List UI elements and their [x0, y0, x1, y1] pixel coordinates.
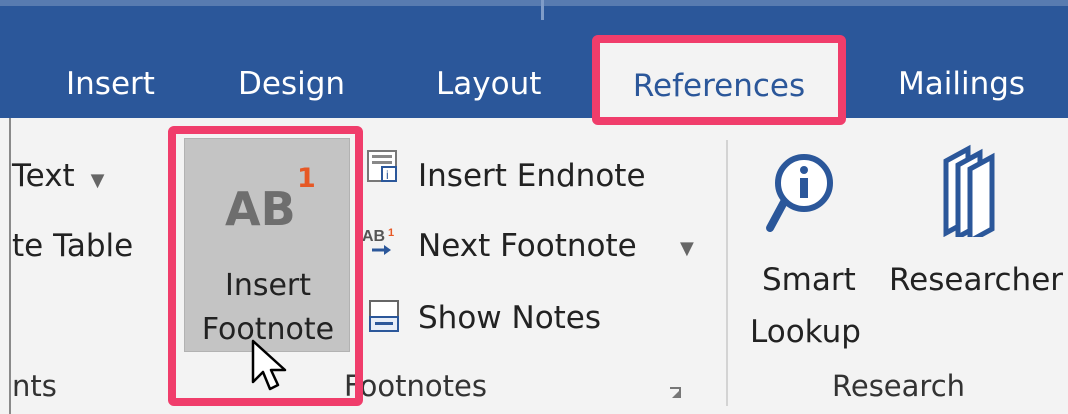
smart-lookup-button[interactable]: Smart: [762, 262, 856, 298]
title-bar-edge: [0, 0, 1068, 6]
insert-endnote-icon: i: [367, 150, 397, 182]
tab-layout[interactable]: Layout: [436, 58, 541, 110]
smart-lookup-label-line1: Smart: [762, 262, 856, 298]
svg-text:AB: AB: [362, 228, 385, 245]
research-group-label: Research: [832, 369, 966, 403]
next-footnote-icon: AB 1: [362, 227, 394, 255]
show-notes-icon: [369, 300, 399, 332]
partial-text-label: Text: [12, 158, 75, 194]
mouse-pointer-icon: [251, 339, 287, 391]
footnotes-group-label: Footnotes: [344, 369, 487, 403]
svg-text:i: i: [386, 168, 389, 182]
smart-lookup-icon: [766, 154, 833, 232]
word-ribbon-screenshot: Insert Design Layout References Mailings…: [0, 0, 1068, 414]
tab-design[interactable]: Design: [238, 58, 345, 110]
researcher-button[interactable]: Researcher: [889, 262, 1063, 298]
next-footnote-button[interactable]: Next Footnote: [418, 228, 637, 264]
partial-group-label: nts: [12, 369, 57, 403]
left-border: [9, 118, 11, 414]
insert-endnote-button[interactable]: Insert Endnote: [418, 158, 646, 194]
chevron-down-icon: ▼: [90, 170, 105, 191]
group-separator: [726, 140, 728, 406]
dialog-launcher-icon[interactable]: [668, 386, 684, 402]
show-notes-button[interactable]: Show Notes: [418, 300, 601, 336]
tab-insert[interactable]: Insert: [66, 58, 155, 110]
title-bar-tick: [541, 0, 544, 20]
partial-table-button[interactable]: te Table: [12, 228, 133, 264]
next-footnote-dropdown-icon[interactable]: ▼: [680, 238, 694, 259]
smart-lookup-label-line2: Lookup: [750, 314, 861, 350]
tab-mailings[interactable]: Mailings: [898, 58, 1025, 110]
researcher-icon: [943, 144, 995, 237]
partial-text-button[interactable]: Text ▼: [12, 158, 104, 194]
svg-text:1: 1: [388, 227, 394, 239]
references-highlight-box: [592, 35, 846, 125]
